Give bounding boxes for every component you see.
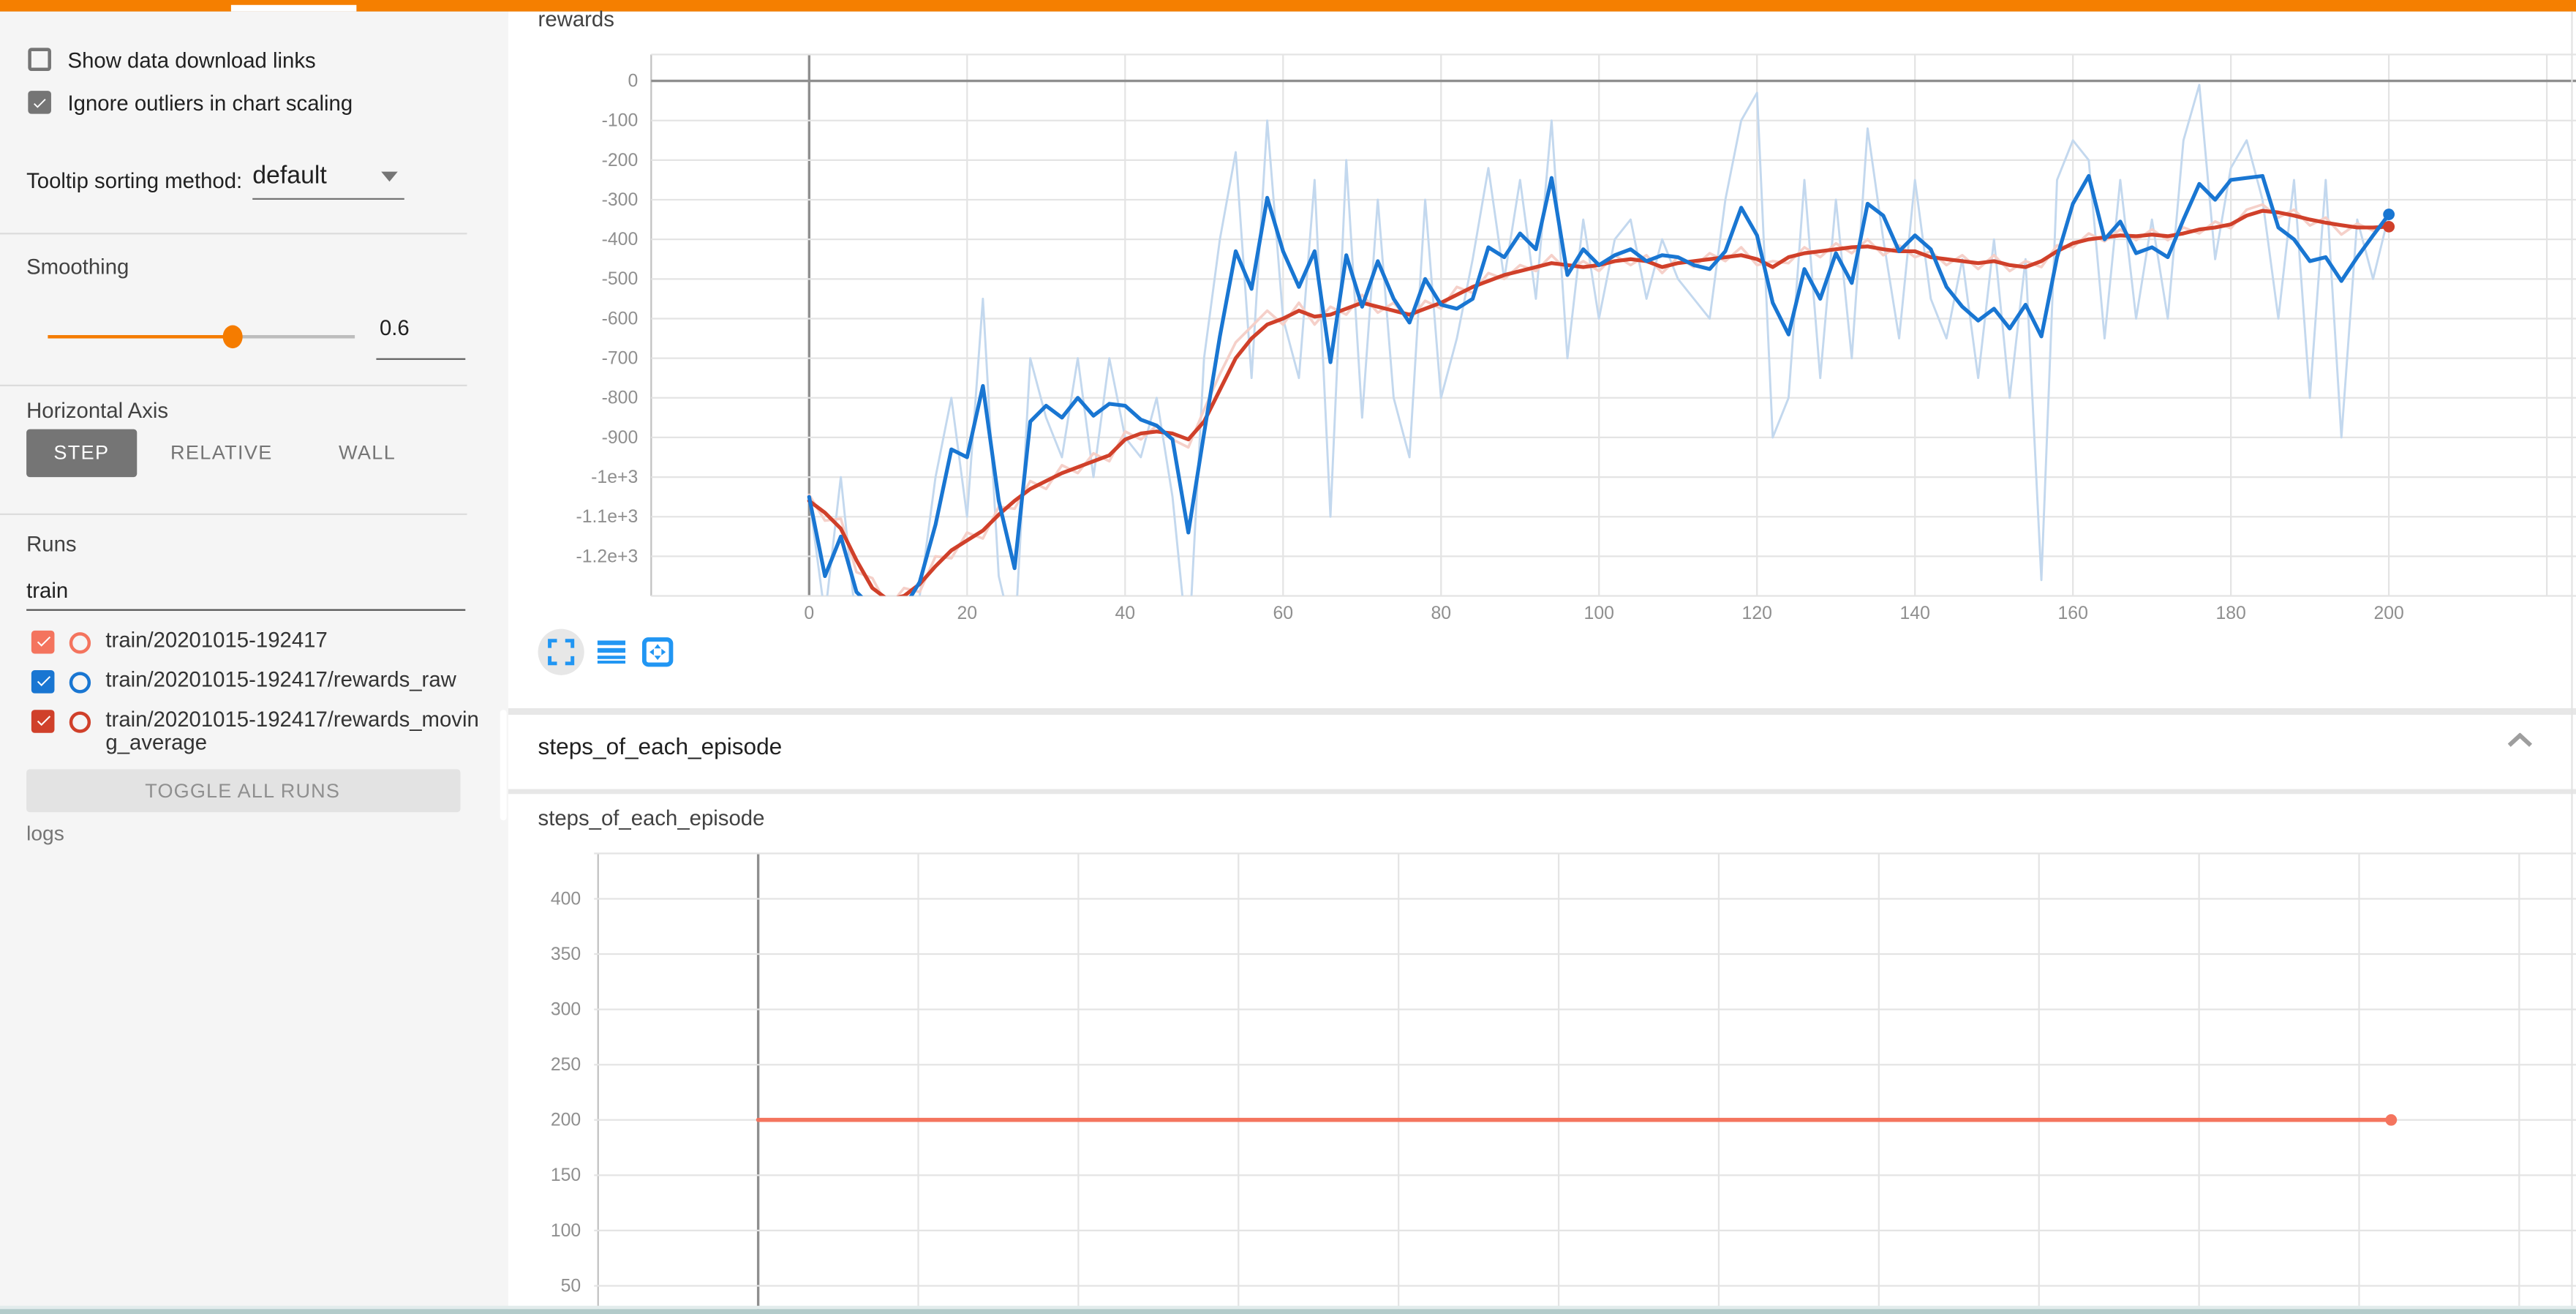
logs-directory-label: logs (26, 822, 64, 845)
checkbox-label: Ignore outliers in chart scaling (68, 90, 353, 115)
svg-text:40: 40 (1115, 604, 1135, 623)
smoothing-value-text: 0.6 (380, 315, 410, 339)
svg-text:20: 20 (957, 604, 978, 623)
steps-section-header[interactable]: steps_of_each_episode (508, 715, 2576, 788)
rewards-line-chart[interactable]: 0 -100 -200 -300 -400 -500 -600 -700 -800 -900 -1e… (538, 43, 2576, 631)
collapse-chevron-icon[interactable] (2507, 733, 2533, 748)
run-filter-input[interactable] (26, 572, 465, 607)
sidebar-checkbox-row[interactable]: Ignore outliers in chart scaling (28, 90, 495, 115)
svg-text:400: 400 (551, 889, 581, 909)
top-app-bar (0, 0, 2576, 11)
svg-text:250: 250 (551, 1055, 581, 1075)
run-row[interactable]: train/20201015-192417/rewards_moving_ave… (31, 707, 494, 755)
svg-text:-1.1e+3: -1.1e+3 (576, 507, 638, 527)
svg-text:140: 140 (1900, 604, 1930, 623)
general-checkbox-group: Show data download links Ignore outliers … (0, 47, 495, 132)
unchecked-checkbox-icon[interactable] (28, 48, 51, 71)
run-row[interactable]: train/20201015-192417 (31, 628, 494, 653)
run-checkbox[interactable] (31, 669, 55, 693)
svg-text:0: 0 (804, 604, 814, 623)
fit-domain-icon[interactable] (642, 637, 674, 667)
svg-text:160: 160 (2057, 604, 2087, 623)
run-label: train/20201015-192417/rewards_moving_ave… (105, 707, 481, 755)
tooltip-sorting-dropdown[interactable]: default (252, 156, 404, 199)
checked-checkbox-icon[interactable] (28, 91, 51, 114)
svg-text:300: 300 (551, 1000, 581, 1020)
svg-text:200: 200 (2373, 604, 2403, 623)
axis-option-relative[interactable]: RELATIVE (138, 429, 306, 476)
steps-chart-title: steps_of_each_episode (538, 805, 765, 830)
sidebar-checkbox-row[interactable]: Show data download links (28, 47, 495, 72)
svg-text:-1.2e+3: -1.2e+3 (576, 547, 638, 566)
section-divider (508, 708, 2576, 715)
checkbox-label: Show data download links (68, 47, 316, 72)
svg-text:100: 100 (551, 1221, 581, 1241)
menu-lines-icon[interactable] (598, 640, 625, 664)
runs-label: Runs (26, 530, 76, 555)
active-tab-indicator (231, 5, 356, 11)
run-checkbox[interactable] (31, 709, 55, 732)
caret-down-icon (381, 171, 398, 181)
smoothing-label: Smoothing (26, 253, 129, 278)
axis-option-step[interactable]: STEP (26, 429, 138, 476)
section-divider (508, 788, 2576, 793)
svg-text:200: 200 (551, 1111, 581, 1130)
bottom-edge-band (0, 1308, 2576, 1314)
svg-text:80: 80 (1431, 604, 1451, 623)
sidebar-divider (0, 384, 467, 386)
sidebar-divider (0, 233, 467, 234)
rewards-chart-toolbar (538, 629, 737, 679)
smoothing-value-field[interactable]: 0.6 (376, 311, 465, 358)
tooltip-sorting-value: default (252, 161, 327, 189)
svg-text:-500: -500 (602, 269, 639, 289)
run-visibility-circle[interactable] (69, 671, 91, 692)
smoothing-slider-knob[interactable] (223, 325, 243, 348)
rewards-chart-title: rewards (538, 6, 614, 31)
run-checkbox[interactable] (31, 630, 55, 653)
svg-text:120: 120 (1742, 604, 1772, 623)
tensorboard-app: Show data download links Ignore outliers … (0, 0, 2576, 1314)
svg-text:-300: -300 (602, 190, 639, 210)
run-list: train/20201015-192417 train/20201015-1924… (31, 628, 494, 770)
svg-text:-800: -800 (602, 388, 639, 408)
svg-text:50: 50 (561, 1276, 581, 1296)
run-label: train/20201015-192417 (105, 628, 481, 653)
sidebar-divider (0, 513, 467, 514)
svg-text:-1e+3: -1e+3 (591, 468, 638, 487)
svg-text:-700: -700 (602, 349, 639, 369)
svg-text:0: 0 (628, 71, 638, 91)
run-label: train/20201015-192417/rewards_raw (105, 668, 481, 692)
expand-icon[interactable] (548, 639, 574, 665)
svg-text:150: 150 (551, 1165, 581, 1185)
axis-option-wall[interactable]: WALL (306, 429, 429, 476)
svg-text:350: 350 (551, 945, 581, 964)
svg-text:60: 60 (1273, 604, 1293, 623)
settings-sidebar: Show data download links Ignore outliers … (0, 11, 508, 1314)
run-filter-underline (26, 608, 465, 610)
svg-text:-600: -600 (602, 309, 639, 328)
svg-text:180: 180 (2215, 604, 2245, 623)
run-visibility-circle[interactable] (69, 631, 91, 653)
steps-line-chart[interactable]: 400 350 300 250 200 150 100 50 (538, 838, 2576, 1314)
smoothing-slider-fill (48, 335, 233, 339)
toggle-all-runs-button[interactable]: TOGGLE ALL RUNS (26, 768, 459, 811)
main-content-pane: rewards 0-100-200-300-400-500-600-700-80… (508, 11, 2576, 1314)
run-row[interactable]: train/20201015-192417/rewards_raw (31, 668, 494, 693)
sidebar-scrollbar-thumb[interactable] (500, 709, 507, 819)
tooltip-sorting-label: Tooltip sorting method: (26, 168, 242, 192)
svg-text:100: 100 (1584, 604, 1614, 623)
svg-text:-100: -100 (602, 111, 639, 131)
tooltip-sorting-row: Tooltip sorting method: default (26, 156, 489, 206)
horizontal-axis-label: Horizontal Axis (26, 397, 168, 422)
horizontal-axis-button-group: STEPRELATIVEWALL (26, 429, 429, 476)
svg-text:-400: -400 (602, 230, 639, 249)
steps-section-title: steps_of_each_episode (538, 733, 783, 759)
run-visibility-circle[interactable] (69, 710, 91, 732)
svg-text:-900: -900 (602, 428, 639, 448)
pane-right-edge (2570, 11, 2572, 1307)
svg-text:-200: -200 (602, 151, 639, 170)
